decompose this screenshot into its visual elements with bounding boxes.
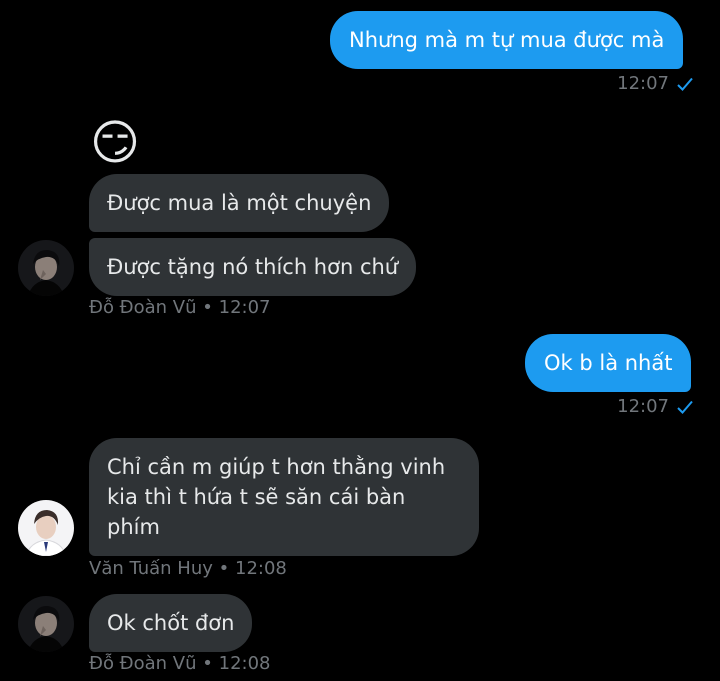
outgoing-message[interactable]: Ok b là nhất — [525, 334, 692, 392]
meta-separator: • — [202, 297, 213, 318]
message-text: Ok b là nhất — [544, 351, 673, 375]
avatar[interactable] — [18, 500, 74, 556]
message-text: Ok chốt đơn — [107, 611, 235, 635]
message-time: 12:07 — [617, 73, 669, 94]
sender-name: Đỗ Đoàn Vũ — [89, 297, 197, 318]
avatar[interactable] — [18, 240, 74, 296]
check-icon — [676, 399, 694, 415]
incoming-message[interactable]: Được mua là một chuyện — [89, 174, 390, 232]
check-icon — [676, 76, 694, 92]
avatar[interactable] — [18, 596, 74, 652]
message-line: phím — [107, 515, 160, 539]
message-status: 12:07 — [617, 73, 694, 94]
message-text: Được mua là một chuyện — [107, 191, 372, 215]
meta-separator: • — [218, 558, 230, 579]
outgoing-message[interactable]: Nhưng mà m tự mua được mà — [330, 11, 684, 69]
incoming-message[interactable]: Ok chốt đơn — [89, 594, 253, 652]
message-time: 12:07 — [617, 396, 669, 417]
meta-separator: • — [202, 653, 213, 674]
message-time: 12:07 — [218, 297, 271, 318]
message-line: kia thì t hứa t sẽ săn cái bàn — [107, 485, 406, 509]
sender-meta: Đỗ Đoàn Vũ • 12:07 — [89, 297, 271, 318]
incoming-message[interactable]: Chỉ cần m giúp t hơn thằng vinh kia thì … — [89, 438, 479, 556]
sender-meta: Đỗ Đoàn Vũ • 12:08 — [89, 653, 271, 674]
message-line: Chỉ cần m giúp t hơn thằng vinh — [107, 455, 446, 479]
message-status: 12:07 — [617, 396, 694, 417]
message-time: 12:08 — [218, 653, 271, 674]
message-time: 12:08 — [235, 558, 287, 579]
sender-name: Đỗ Đoàn Vũ — [89, 653, 197, 674]
incoming-message[interactable]: Được tặng nó thích hơn chứ — [89, 238, 417, 296]
sender-name: Văn Tuấn Huy — [89, 558, 213, 579]
message-text: Được tặng nó thích hơn chứ — [107, 255, 399, 279]
message-text: Nhưng mà m tự mua được mà — [349, 28, 665, 52]
sender-meta: Văn Tuấn Huy • 12:08 — [89, 558, 287, 579]
emoji-message[interactable]: 😏 — [90, 117, 140, 169]
